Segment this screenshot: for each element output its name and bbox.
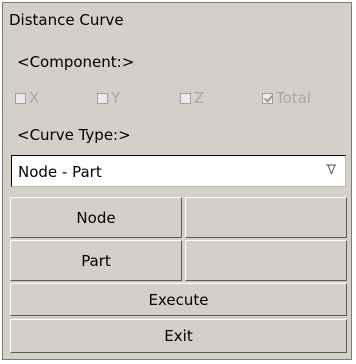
component-x-label: X (29, 89, 40, 107)
empty-button-1[interactable] (185, 197, 347, 238)
dropdown-arrow-icon[interactable] (326, 164, 337, 175)
checkbox-checked-icon (262, 92, 273, 104)
component-y-checkbox[interactable]: Y (97, 89, 120, 107)
component-z-checkbox[interactable]: Z (180, 89, 204, 107)
empty-button-2[interactable] (185, 240, 347, 281)
component-total-checkbox[interactable]: Total (262, 89, 311, 107)
component-header: <Component:> (17, 53, 135, 71)
distance-curve-panel: Distance Curve <Component:> X Y Z Total … (2, 2, 352, 360)
checkbox-box-icon (15, 92, 26, 104)
exit-button[interactable]: Exit (10, 319, 347, 353)
component-total-label: Total (276, 89, 312, 107)
curve-type-header: <Curve Type:> (17, 126, 131, 144)
panel-title: Distance Curve (9, 11, 124, 29)
part-button[interactable]: Part (10, 240, 182, 281)
execute-button[interactable]: Execute (10, 283, 347, 316)
curve-type-value: Node - Part (18, 163, 102, 181)
component-z-label: Z (194, 89, 205, 107)
component-x-checkbox[interactable]: X (15, 89, 39, 107)
node-button[interactable]: Node (10, 197, 182, 238)
checkbox-box-icon (97, 92, 108, 104)
checkbox-box-icon (180, 92, 191, 104)
component-y-label: Y (111, 89, 121, 107)
curve-type-select[interactable]: Node - Part (11, 155, 346, 187)
